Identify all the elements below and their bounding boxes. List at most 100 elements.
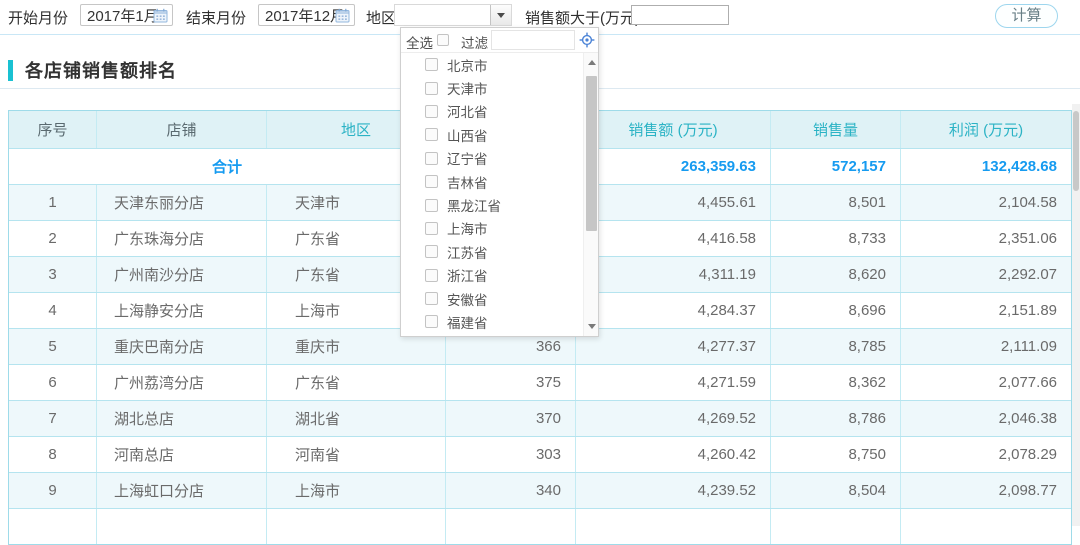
checkbox-icon[interactable] <box>425 58 438 71</box>
region-select[interactable] <box>394 4 512 26</box>
region-option-label: 浙江省 <box>447 265 488 285</box>
region-option[interactable]: 河北省 <box>401 100 583 123</box>
cell-sales: 4,239.52 <box>575 473 770 508</box>
start-month-input[interactable]: 2017年1月 <box>80 4 173 26</box>
end-month-label: 结束月份 <box>186 7 246 28</box>
cell-no: 1 <box>9 185 96 220</box>
dropdown-scrollbar <box>583 53 598 336</box>
cell-volume: 8,620 <box>770 257 900 292</box>
region-option[interactable]: 浙江省 <box>401 264 583 287</box>
checkbox-icon[interactable] <box>425 222 438 235</box>
cell-col4: 303 <box>445 437 575 472</box>
region-option[interactable]: 安徽省 <box>401 287 583 310</box>
sales-threshold-input[interactable] <box>631 5 729 25</box>
region-option-label: 天津市 <box>447 78 488 98</box>
cell-sales: 4,311.19 <box>575 257 770 292</box>
total-label-cell: 合计 <box>9 149 445 184</box>
cell-no: 9 <box>9 473 96 508</box>
table-row: 6广州荔湾分店广东省3754,271.598,3622,077.66 <box>9 364 1071 400</box>
checkbox-icon[interactable] <box>425 245 438 258</box>
checkbox-icon[interactable] <box>425 175 438 188</box>
checkbox-icon[interactable] <box>425 105 438 118</box>
cell-volume: 8,504 <box>770 473 900 508</box>
dropdown-scrollbar-thumb[interactable] <box>586 76 597 231</box>
region-option[interactable]: 江西省 <box>401 334 583 336</box>
checkbox-icon[interactable] <box>425 82 438 95</box>
region-select-arrow-button[interactable] <box>490 5 511 25</box>
cell-no: 8 <box>9 437 96 472</box>
dropdown-header: 全选 过滤 <box>401 28 598 53</box>
table-row: 7湖北总店湖北省3704,269.528,7862,046.38 <box>9 400 1071 436</box>
region-option-list: 北京市天津市河北省山西省辽宁省吉林省黑龙江省上海市江苏省浙江省安徽省福建省江西省 <box>401 53 583 336</box>
triangle-up-icon <box>588 60 596 65</box>
calendar-icon[interactable] <box>335 8 350 23</box>
cell-sales: 4,269.52 <box>575 401 770 436</box>
cell-no: 6 <box>9 365 96 400</box>
cell-profit: 2,104.58 <box>900 185 1071 220</box>
cell-store: 河南总店 <box>96 437 266 472</box>
cell-no: 5 <box>9 329 96 364</box>
cell-store: 上海虹口分店 <box>96 473 266 508</box>
region-option[interactable]: 上海市 <box>401 217 583 240</box>
page-title: 各店铺销售额排名 <box>25 57 177 83</box>
region-option-label: 辽宁省 <box>447 148 488 168</box>
region-label: 地区 <box>366 7 396 28</box>
region-option[interactable]: 福建省 <box>401 310 583 333</box>
cell-empty <box>900 509 1071 544</box>
cell-region: 上海市 <box>266 473 445 508</box>
region-option-label: 福建省 <box>447 312 488 332</box>
region-option[interactable]: 黑龙江省 <box>401 193 583 216</box>
caret-down-icon <box>497 13 505 18</box>
checkbox-icon[interactable] <box>425 199 438 212</box>
cell-store: 重庆巴南分店 <box>96 329 266 364</box>
calculate-button[interactable]: 计算 <box>995 4 1058 28</box>
region-option-label: 北京市 <box>447 55 488 75</box>
checkbox-icon[interactable] <box>425 128 438 141</box>
region-option[interactable]: 辽宁省 <box>401 147 583 170</box>
cell-profit: 2,351.06 <box>900 221 1071 256</box>
region-select-value[interactable] <box>395 5 490 25</box>
scroll-down-button[interactable] <box>584 319 599 334</box>
cell-sales: 4,260.42 <box>575 437 770 472</box>
end-month-input[interactable]: 2017年12月 <box>258 4 355 26</box>
cell-sales: 4,277.37 <box>575 329 770 364</box>
checkbox-icon[interactable] <box>425 315 438 328</box>
column-header: 利润 (万元) <box>900 111 1071 148</box>
total-sales-cell: 263,359.63 <box>575 149 770 184</box>
table-row-partial <box>9 508 1071 544</box>
filter-input[interactable] <box>491 30 575 50</box>
calendar-icon[interactable] <box>153 8 168 23</box>
scroll-up-button[interactable] <box>584 55 599 70</box>
cell-empty <box>445 509 575 544</box>
cell-empty <box>9 509 96 544</box>
region-option[interactable]: 天津市 <box>401 76 583 99</box>
select-all-checkbox[interactable] <box>437 34 449 46</box>
total-profit-cell: 132,428.68 <box>900 149 1071 184</box>
end-month-value: 2017年12月 <box>265 5 345 26</box>
sales-threshold-label: 销售额大于(万元): <box>525 7 644 28</box>
checkbox-icon[interactable] <box>425 292 438 305</box>
cell-volume: 8,785 <box>770 329 900 364</box>
cell-col4: 370 <box>445 401 575 436</box>
checkbox-icon[interactable] <box>425 152 438 165</box>
total-volume-cell: 572,157 <box>770 149 900 184</box>
region-option[interactable]: 江苏省 <box>401 240 583 263</box>
region-option[interactable]: 北京市 <box>401 53 583 76</box>
region-option-label: 河北省 <box>447 101 488 121</box>
cell-no: 3 <box>9 257 96 292</box>
column-header: 序号 <box>9 111 96 148</box>
cell-sales: 4,271.59 <box>575 365 770 400</box>
window-scrollbar-thumb[interactable] <box>1073 111 1079 191</box>
checkbox-icon[interactable] <box>425 269 438 282</box>
region-option-label: 黑龙江省 <box>447 195 501 215</box>
table-row: 8河南总店河南省3034,260.428,7502,078.29 <box>9 436 1071 472</box>
section-header: 各店铺销售额排名 <box>8 56 177 84</box>
cell-volume: 8,733 <box>770 221 900 256</box>
locate-icon[interactable] <box>579 32 595 48</box>
region-option[interactable]: 吉林省 <box>401 170 583 193</box>
region-option[interactable]: 山西省 <box>401 123 583 146</box>
cell-no: 2 <box>9 221 96 256</box>
cell-col4: 375 <box>445 365 575 400</box>
cell-store: 湖北总店 <box>96 401 266 436</box>
region-option-label: 安徽省 <box>447 289 488 309</box>
